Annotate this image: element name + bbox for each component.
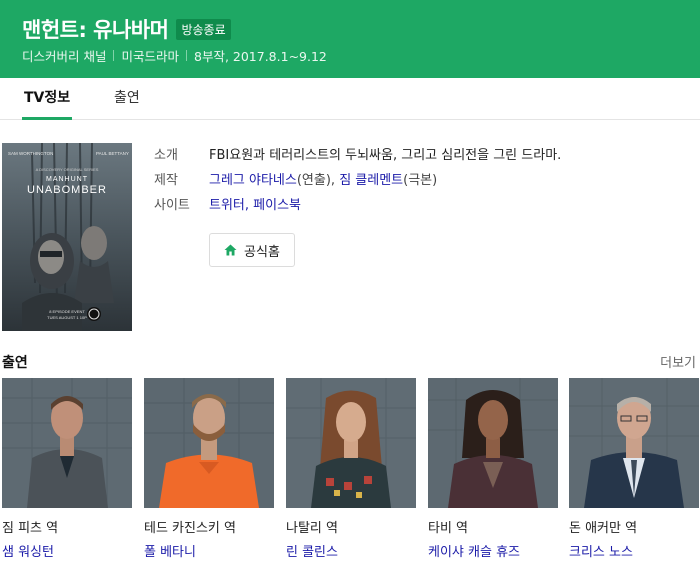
site-value: 트위터, 페이스북 bbox=[209, 194, 301, 213]
cast-role: 나탈리 역 bbox=[286, 521, 338, 536]
cast-photo[interactable] bbox=[144, 378, 274, 508]
site-label: 사이트 bbox=[154, 198, 190, 213]
program-header: 맨헌트: 유나바머 방송종료 디스커버리 채널 미국드라마 8부작, 2017.… bbox=[0, 0, 700, 78]
site-separator: , bbox=[244, 198, 254, 213]
poster-title-line1: MANHUNT bbox=[46, 176, 88, 183]
cast-photo[interactable] bbox=[2, 378, 132, 508]
poster-title-line2: UNABOMBER bbox=[27, 184, 107, 196]
cast-card[interactable]: 타비 역 케이샤 캐슬 휴즈 bbox=[428, 378, 558, 560]
production-label: 제작 bbox=[154, 173, 178, 188]
cast-actor-link[interactable]: 샘 워싱턴 bbox=[2, 541, 132, 560]
cast-actor-link[interactable]: 폴 베타니 bbox=[144, 541, 274, 560]
cast-card[interactable]: 테드 카진스키 역 폴 베타니 bbox=[144, 378, 274, 560]
info-row-production: 제작 그레그 야타네스(연출), 짐 클레멘트(극본) bbox=[154, 166, 694, 191]
tab-cast[interactable]: 출연 bbox=[114, 78, 140, 120]
cast-card[interactable]: 돈 애커만 역 크리스 노스 bbox=[569, 378, 699, 560]
intro-label: 소개 bbox=[154, 148, 178, 163]
twitter-link[interactable]: 트위터 bbox=[209, 198, 245, 213]
meta-divider bbox=[186, 50, 187, 61]
title-row: 맨헌트: 유나바머 방송종료 bbox=[22, 14, 231, 44]
program-meta: 디스커버리 채널 미국드라마 8부작, 2017.8.1~9.12 bbox=[22, 46, 327, 65]
poster-kicker: A DISCOVERY ORIGINAL SERIES bbox=[36, 167, 99, 172]
cast-photo[interactable] bbox=[286, 378, 416, 508]
official-home-button[interactable]: 공식홈 bbox=[209, 233, 295, 267]
cast-role: 타비 역 bbox=[428, 521, 469, 536]
poster-bottom-line2: TUES AUGUST 1 10P bbox=[47, 315, 87, 320]
director-role: (연출), bbox=[296, 173, 340, 188]
intro-value: FBI요원과 테러리스트의 두뇌싸움, 그리고 심리전을 그린 드라마. bbox=[209, 148, 562, 163]
program-title[interactable]: 맨헌트: 유나바머 bbox=[22, 14, 169, 44]
cast-actor-link[interactable]: 케이샤 캐슬 휴즈 bbox=[428, 541, 558, 560]
poster-bottom-line1: 8 EPISODE EVENT bbox=[49, 309, 85, 314]
cast-card[interactable]: 나탈리 역 린 콜린스 bbox=[286, 378, 416, 560]
writer-link[interactable]: 짐 클레멘트 bbox=[339, 173, 403, 188]
more-link[interactable]: 더보기 bbox=[660, 352, 696, 371]
status-badge: 방송종료 bbox=[176, 18, 231, 40]
tab-tv-info[interactable]: TV정보 bbox=[22, 78, 73, 120]
info-row-site: 사이트 트위터, 페이스북 bbox=[154, 191, 694, 216]
poster-image[interactable]: SAM WORTHINGTON PAUL BETTANY A DISCOVERY… bbox=[2, 143, 132, 331]
discovery-logo-icon bbox=[87, 307, 101, 321]
official-home-label: 공식홈 bbox=[244, 244, 280, 260]
genre-name: 미국드라마 bbox=[121, 49, 179, 64]
cast-card[interactable]: 짐 피츠 역 샘 워싱턴 bbox=[2, 378, 132, 560]
cast-photo[interactable] bbox=[428, 378, 558, 508]
production-value: 그레그 야타네스(연출), 짐 클레멘트(극본) bbox=[209, 169, 437, 188]
cast-section-title: 출연 bbox=[2, 355, 28, 371]
cast-photo[interactable] bbox=[569, 378, 699, 508]
meta-divider bbox=[113, 50, 115, 61]
home-icon bbox=[224, 244, 237, 256]
program-info: 소개 FBI요원과 테러리스트의 두뇌싸움, 그리고 심리전을 그린 드라마. … bbox=[154, 141, 694, 216]
director-link[interactable]: 그레그 야타네스 bbox=[209, 173, 297, 188]
cast-actor-link[interactable]: 린 콜린스 bbox=[286, 541, 416, 560]
poster-actor-left: SAM WORTHINGTON bbox=[8, 151, 53, 156]
channel-name: 디스커버리 채널 bbox=[22, 49, 107, 64]
tab-bar: TV정보 출연 bbox=[0, 78, 700, 120]
poster-actor-right: PAUL BETTANY bbox=[96, 151, 129, 156]
cast-role: 돈 애커만 역 bbox=[569, 521, 638, 536]
cast-role: 짐 피츠 역 bbox=[2, 521, 59, 536]
cast-role: 테드 카진스키 역 bbox=[144, 521, 236, 536]
writer-role: (극본) bbox=[403, 173, 438, 188]
episode-info: 8부작, 2017.8.1~9.12 bbox=[194, 49, 327, 64]
cast-actor-link[interactable]: 크리스 노스 bbox=[569, 541, 699, 560]
facebook-link[interactable]: 페이스북 bbox=[253, 198, 301, 213]
info-row-intro: 소개 FBI요원과 테러리스트의 두뇌싸움, 그리고 심리전을 그린 드라마. bbox=[154, 141, 694, 166]
